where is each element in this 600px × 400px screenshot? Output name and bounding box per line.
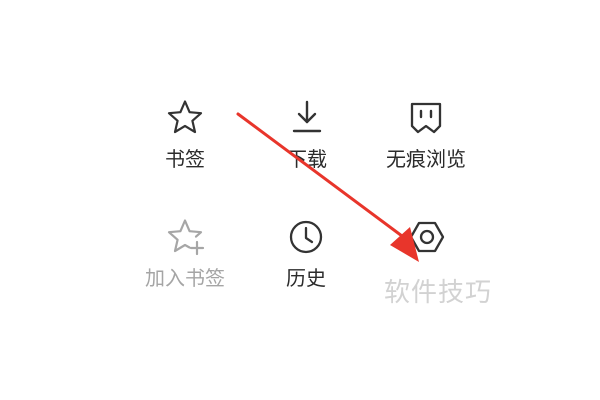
menu-item-add-bookmark[interactable]: 加入书签 (125, 217, 245, 317)
menu-item-label: 书签 (165, 147, 205, 171)
ghost-icon (406, 98, 446, 138)
watermark: 软件技巧 (384, 278, 493, 308)
menu-item-history[interactable]: 历史 (246, 217, 366, 317)
clock-icon (286, 217, 326, 257)
menu-item-label: 历史 (286, 266, 326, 290)
quick-menu-grid: 书签 下载 无痕浏览 加入书签 历史 (0, 0, 600, 400)
menu-item-label: 下载 (287, 147, 327, 171)
menu-item-label: 无痕浏览 (386, 147, 466, 171)
menu-item-downloads[interactable]: 下载 (247, 98, 367, 198)
hex-nut-icon (407, 217, 447, 257)
menu-item-incognito[interactable]: 无痕浏览 (366, 98, 486, 198)
star-icon (165, 98, 205, 138)
menu-item-label: 加入书签 (145, 266, 225, 290)
menu-item-bookmarks[interactable]: 书签 (125, 98, 245, 198)
download-icon (287, 98, 327, 138)
star-plus-icon (165, 217, 205, 257)
